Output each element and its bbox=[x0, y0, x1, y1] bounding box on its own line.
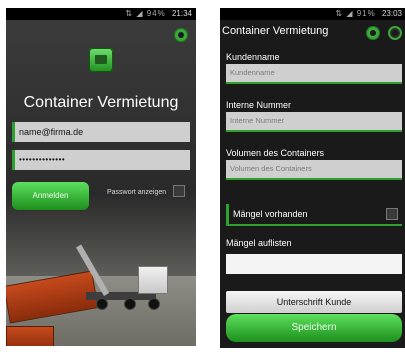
signature-button[interactable]: Unterschrift Kunde bbox=[226, 291, 402, 313]
status-bar: ⇅ ◢ 94% 21:34 bbox=[6, 8, 196, 20]
label-volumen: Volumen des Containers bbox=[226, 148, 325, 158]
truck-cab bbox=[138, 266, 168, 294]
wheel bbox=[96, 298, 108, 310]
container-small bbox=[6, 326, 54, 346]
screen-title: Container Vermietung bbox=[222, 25, 329, 37]
login-button[interactable]: Anmelden bbox=[12, 182, 89, 210]
label-mangel-auflisten: Mängel auflisten bbox=[226, 238, 292, 248]
interne-nummer-input[interactable]: Interne Nummer bbox=[226, 112, 402, 130]
show-password-label: Passwort anzeigen bbox=[107, 189, 167, 196]
save-button[interactable]: Speichern bbox=[226, 314, 402, 342]
volumen-underline bbox=[226, 178, 402, 180]
clock: 21:34 bbox=[171, 9, 192, 18]
wheel bbox=[148, 298, 160, 310]
form-screen: ⇅ ◢ 91% 23:03 Container Vermietung Kunde… bbox=[220, 8, 405, 348]
clock: 23:03 bbox=[381, 9, 402, 18]
mangel-auflisten-input[interactable] bbox=[226, 254, 402, 274]
mangel-vorhanden-label: Mängel vorhanden bbox=[233, 209, 308, 219]
mangel-vorhanden-checkbox[interactable] bbox=[386, 208, 398, 220]
email-field[interactable]: name@firma.de bbox=[12, 122, 190, 142]
kundenname-input[interactable]: Kundenname bbox=[226, 64, 402, 82]
show-password-checkbox[interactable] bbox=[173, 185, 185, 197]
label-kundenname: Kundenname bbox=[226, 52, 280, 62]
login-screen: ⇅ ◢ 94% 21:34 Container Vermietung name@… bbox=[6, 8, 196, 346]
kundenname-underline bbox=[226, 82, 402, 84]
app-logo-icon bbox=[89, 48, 113, 72]
refresh-icon[interactable] bbox=[388, 26, 402, 40]
truck-image bbox=[6, 218, 196, 346]
signal-indicator: ⇅ ◢ 91% bbox=[335, 9, 376, 18]
gear-icon[interactable] bbox=[174, 28, 188, 42]
password-field[interactable]: •••••••••••••• bbox=[12, 150, 190, 170]
signal-indicator: ⇅ ◢ 94% bbox=[125, 9, 166, 18]
volumen-input[interactable]: Volumen des Containers bbox=[226, 160, 402, 178]
gear-icon[interactable] bbox=[366, 26, 380, 40]
interne-nummer-underline bbox=[226, 130, 402, 132]
mangel-vorhanden-row: Mängel vorhanden bbox=[226, 204, 402, 226]
wheel bbox=[124, 298, 136, 310]
app-title: Container Vermietung bbox=[23, 94, 179, 111]
status-bar: ⇅ ◢ 91% 23:03 bbox=[220, 8, 405, 20]
label-interne-nummer: Interne Nummer bbox=[226, 100, 292, 110]
